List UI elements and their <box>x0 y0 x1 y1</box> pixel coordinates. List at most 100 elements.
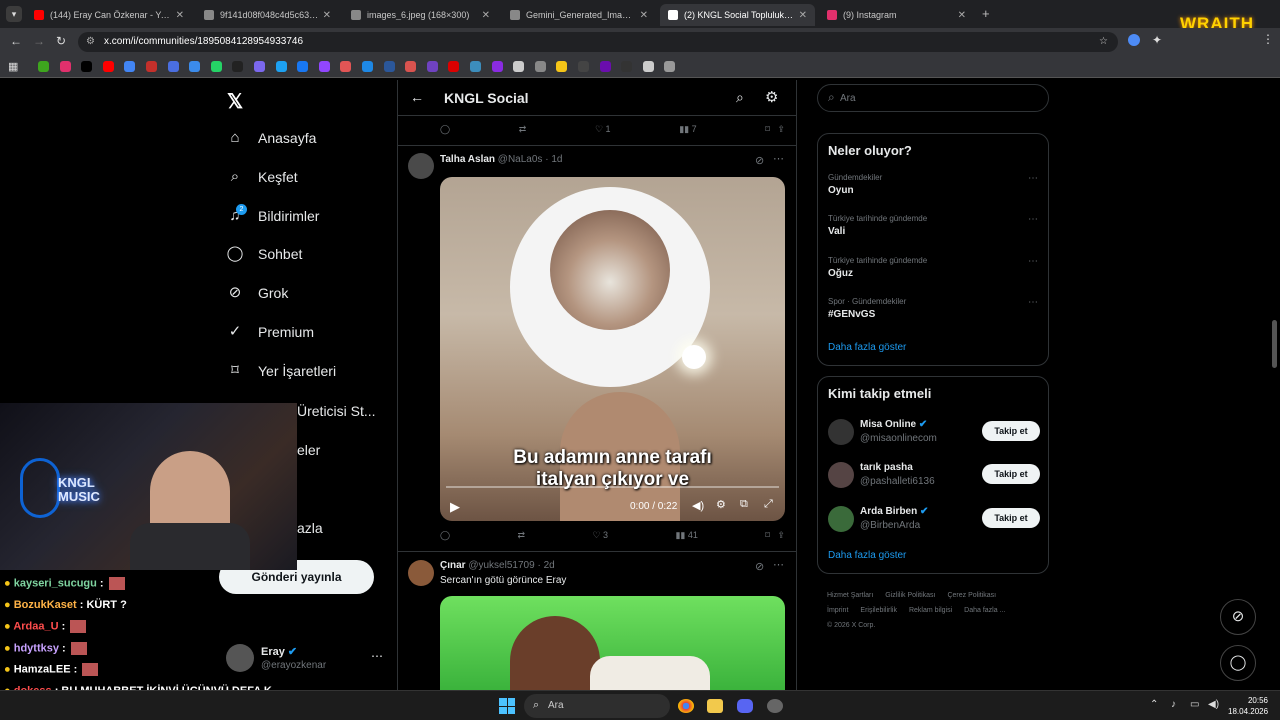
sidebar-item-1[interactable]: ⌕ Keşfet <box>226 168 298 186</box>
bookmark-favicon-icon[interactable] <box>621 61 633 72</box>
grok-float-icon[interactable]: ⊘ <box>1220 599 1256 635</box>
tweet-more-icon[interactable]: ⋯ <box>773 152 784 165</box>
tab-close-icon[interactable]: ✕ <box>640 10 648 21</box>
bookmark-favicon-icon[interactable] <box>81 61 93 72</box>
volume-icon[interactable]: ◀) <box>1208 699 1219 710</box>
reply-icon[interactable]: ◯ <box>440 124 450 135</box>
follow-button[interactable]: Takip et <box>982 507 1040 528</box>
sidebar-partial-label-1[interactable]: Üreticisi St... <box>297 403 376 419</box>
sidebar-item-5[interactable]: ✓ Premium <box>226 323 314 341</box>
bookmark-favicon-icon[interactable] <box>448 61 460 72</box>
video-progress-bar[interactable] <box>446 486 779 488</box>
tweet-author[interactable]: Talha Aslan <box>440 154 495 165</box>
bookmark-favicon-icon[interactable] <box>599 61 611 72</box>
bookmark-favicon-icon[interactable] <box>210 61 222 72</box>
clock[interactable]: 20:56 18.04.2026 <box>1228 695 1268 717</box>
tray-chevron-icon[interactable]: ⌃ <box>1150 699 1158 710</box>
chat-username[interactable]: Ardaa_U <box>13 620 58 632</box>
extension-icon[interactable] <box>1128 34 1140 46</box>
chat-username[interactable]: HamzaLEE <box>14 663 71 675</box>
tweet-author[interactable]: Çınar <box>440 560 466 571</box>
search-icon[interactable]: ⌕ <box>736 89 744 106</box>
reply-icon[interactable]: ◯ <box>440 530 450 541</box>
tab-close-icon[interactable]: ✕ <box>323 10 331 21</box>
trend-more-icon[interactable]: ⋯ <box>1028 297 1038 308</box>
sidebar-item-0[interactable]: ⌂ Anasayfa <box>226 129 316 147</box>
bookmark-favicon-icon[interactable] <box>254 61 265 72</box>
page-scrollbar[interactable] <box>1272 320 1277 368</box>
bookmark-favicon-icon[interactable] <box>275 61 287 72</box>
bookmark-favicon-icon[interactable] <box>405 61 417 72</box>
bookmark-favicon-icon[interactable] <box>470 61 481 72</box>
sidebar-item-4[interactable]: ⊘ Grok <box>226 284 289 302</box>
like-button[interactable]: ♡ 1 <box>595 124 611 135</box>
tab-close-icon[interactable]: ✕ <box>482 10 490 21</box>
follow-name[interactable]: Misa Online ✔ <box>860 419 927 430</box>
sidebar-partial-label-3[interactable]: azla <box>297 520 323 536</box>
site-info-icon[interactable]: ⚙ <box>86 32 95 52</box>
sidebar-item-6[interactable]: ⌑ Yer İşaretleri <box>226 362 336 380</box>
retweet-icon[interactable]: ⇄ <box>519 124 527 135</box>
volume-icon[interactable]: ◀) <box>692 499 704 512</box>
bookmark-favicon-icon[interactable] <box>534 61 546 72</box>
tab-close-icon[interactable]: ✕ <box>799 10 807 21</box>
bookmark-favicon-icon[interactable] <box>102 61 114 72</box>
follow-avatar[interactable] <box>828 462 854 489</box>
bookmark-favicon-icon[interactable] <box>556 61 568 72</box>
bookmark-icon[interactable]: ⌑ <box>765 124 770 134</box>
footer-link[interactable]: Gizlilik Politikası <box>885 592 935 599</box>
views-button[interactable]: ▮▮ 41 <box>675 530 697 541</box>
tweet-time[interactable]: 1d <box>551 154 562 165</box>
settings-icon[interactable] <box>767 699 783 713</box>
follow-name[interactable]: tarık pasha <box>860 462 913 473</box>
apps-grid-icon[interactable]: ▦ <box>8 60 18 73</box>
browser-tab[interactable]: (144) Eray Can Özkenar - YouTu ✕ <box>26 4 192 26</box>
follow-button[interactable]: Takip et <box>982 421 1040 441</box>
footer-link[interactable]: © 2026 X Corp. <box>827 622 875 629</box>
bookmark-favicon-icon[interactable] <box>664 61 676 72</box>
footer-link[interactable]: Çerez Politikası <box>947 592 996 599</box>
x-logo-icon[interactable]: 𝕏 <box>227 89 243 114</box>
bookmark-favicon-icon[interactable] <box>232 61 244 72</box>
bookmark-favicon-icon[interactable] <box>318 61 330 72</box>
bookmark-favicon-icon[interactable] <box>59 61 71 72</box>
tab-search-icon[interactable]: ▾ <box>6 6 22 22</box>
bookmark-favicon-icon[interactable] <box>426 61 438 72</box>
follow-name[interactable]: Arda Birben ✔ <box>860 506 928 517</box>
trend-more-icon[interactable]: ⋯ <box>1028 173 1038 184</box>
tweet-avatar[interactable] <box>408 153 434 179</box>
grok-icon[interactable]: ⊘ <box>755 560 764 573</box>
trend-item[interactable]: Spor · Gündemdekiler #GENvGS ⋯ <box>828 297 1038 320</box>
back-icon[interactable]: ← <box>10 34 22 48</box>
windows-start-icon[interactable] <box>499 698 515 714</box>
tweet-video[interactable]: Bu adamın anne tarafı italyan çıkıyor ve… <box>440 177 785 521</box>
file-explorer-icon[interactable] <box>707 699 723 713</box>
menu-kebab-icon[interactable]: ⋮ <box>1262 32 1274 46</box>
browser-tab[interactable]: Gemini_Generated_Image_1q8 ✕ <box>502 4 656 26</box>
trend-item[interactable]: Gündemdekiler Oyun ⋯ <box>828 173 1038 196</box>
mic-icon[interactable]: ♪ <box>1171 699 1176 710</box>
bookmark-favicon-icon[interactable] <box>578 61 589 72</box>
tweet-time[interactable]: 2d <box>544 560 555 571</box>
share-icon[interactable]: ⇪ <box>777 530 785 540</box>
browser-tab[interactable]: (9) Instagram ✕ <box>819 4 974 26</box>
puzzle-icon[interactable]: ✦ <box>1152 33 1162 47</box>
new-tab-button[interactable]: + <box>982 6 990 21</box>
chat-username[interactable]: kayseri_sucugu <box>14 577 97 589</box>
footer-link[interactable]: İmprint <box>827 607 848 614</box>
bookmark-icon[interactable]: ⌑ <box>765 530 770 540</box>
url-field[interactable]: ⚙ x.com/i/communities/189508412895493374… <box>78 32 1118 52</box>
bookmark-favicon-icon[interactable] <box>189 61 201 72</box>
fullscreen-icon[interactable]: ⤢ <box>764 498 773 511</box>
bookmark-favicon-icon[interactable] <box>383 61 395 72</box>
tweet-handle[interactable]: @NaLa0s <box>498 154 543 165</box>
follow-show-more[interactable]: Daha fazla göster <box>828 550 906 561</box>
forward-icon[interactable]: → <box>33 34 45 48</box>
chrome-icon[interactable] <box>678 699 694 713</box>
sidebar-partial-label-2[interactable]: eler <box>297 442 320 458</box>
profile-name[interactable]: Eray ✔ <box>261 645 297 658</box>
trend-item[interactable]: Türkiye tarihinde gündemde Oğuz ⋯ <box>828 256 1038 279</box>
trend-more-icon[interactable]: ⋯ <box>1028 214 1038 225</box>
browser-tab[interactable]: images_6.jpeg (168×300) ✕ <box>343 4 498 26</box>
pip-icon[interactable]: ⧉ <box>740 498 748 511</box>
